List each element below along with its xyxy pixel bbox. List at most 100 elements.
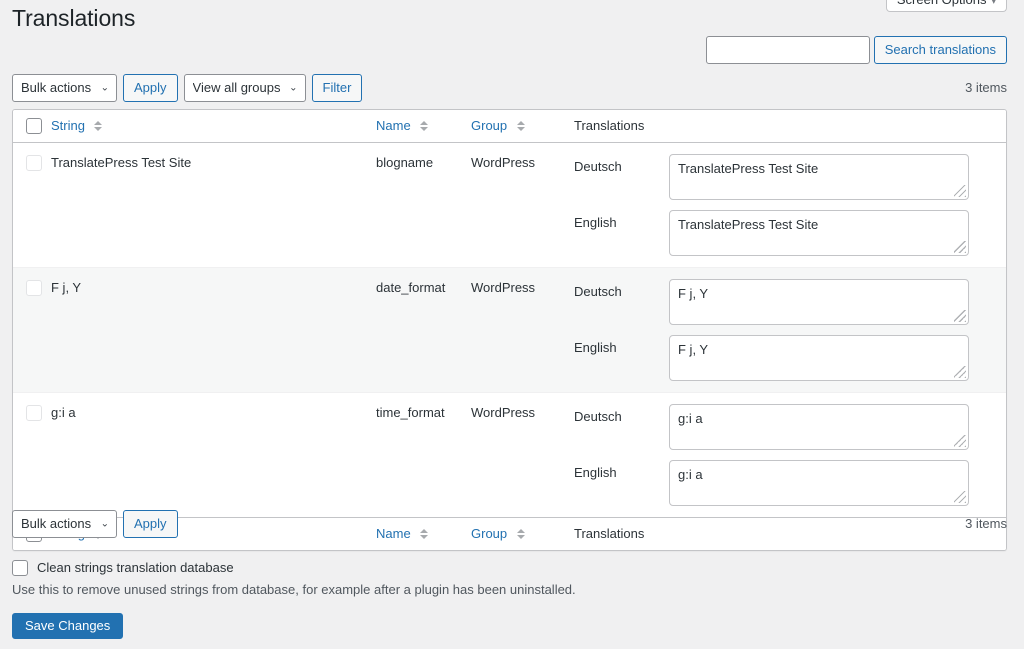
select-all-header-cell — [13, 117, 51, 135]
row-group-cell: WordPress — [471, 393, 574, 517]
search-form: Search translations — [705, 36, 1007, 64]
translation-textarea-wrap: TranslatePress Test Site — [669, 154, 969, 200]
translation-textarea-wrap: g:i a — [669, 460, 969, 506]
admin-page: Screen Options ▾ Translations Search tran… — [0, 0, 1024, 649]
column-footer-translations-label: Translations — [574, 526, 645, 541]
column-footer-group-label[interactable]: Group — [471, 526, 507, 541]
translation-language-label: English — [574, 340, 617, 355]
row-name-cell-label: blogname — [376, 155, 434, 170]
clean-database-row: Clean strings translation database — [12, 559, 234, 577]
row-select-checkbox[interactable] — [26, 279, 42, 296]
row-string-cell: g:i a — [51, 393, 376, 517]
screen-options-label: Screen Options — [897, 0, 987, 7]
column-header-group[interactable]: Group — [471, 117, 574, 135]
translation-textarea[interactable]: TranslatePress Test Site — [669, 154, 969, 200]
sort-indicator-icon[interactable] — [516, 120, 525, 131]
bulk-actions-select-top[interactable]: Bulk actions — [12, 74, 117, 102]
table-body: TranslatePress Test Site blogname WordPres… — [13, 143, 1006, 517]
clean-database-label: Clean strings translation database — [37, 560, 234, 575]
translation-block: Deutsch g:i a — [574, 404, 1006, 460]
row-select-cell — [13, 393, 51, 517]
sort-indicator-icon[interactable] — [420, 120, 429, 131]
bulk-actions-select-bottom[interactable]: Bulk actions — [12, 510, 117, 538]
apply-button-bottom[interactable]: Apply — [123, 510, 178, 538]
translation-language-label: English — [574, 465, 617, 480]
row-translations-cell: Deutsch F j, Y English F j, Y — [574, 268, 1006, 392]
tablenav-top: Bulk actions ⌄ Apply View all groups ⌄ F… — [12, 74, 363, 102]
search-translations-button[interactable]: Search translations — [873, 36, 1007, 64]
translation-block: Deutsch TranslatePress Test Site — [574, 154, 1006, 210]
translation-block: Deutsch F j, Y — [574, 279, 1006, 335]
search-input[interactable] — [705, 36, 870, 64]
row-select-checkbox[interactable] — [26, 154, 42, 171]
column-header-translations-label: Translations — [574, 118, 645, 133]
view-groups-select[interactable]: View all groups — [183, 74, 306, 102]
sort-indicator-icon[interactable] — [420, 528, 429, 539]
row-string-cell: F j, Y — [51, 268, 376, 392]
translation-textarea-wrap: F j, Y — [669, 279, 969, 325]
row-translations-cell: Deutsch TranslatePress Test Site English Tr… — [574, 143, 1006, 267]
row-string-cell-label: TranslatePress Test Site — [51, 155, 192, 170]
sort-indicator-icon[interactable] — [94, 120, 103, 131]
row-group-cell: WordPress — [471, 268, 574, 392]
translation-language-label: Deutsch — [574, 159, 622, 174]
table-row: F j, Y date_format WordPress Deutsch F j, Y E… — [13, 267, 1006, 392]
page-title: Translations — [12, 5, 136, 31]
column-header-name-label[interactable]: Name — [376, 118, 411, 133]
column-header-group-label[interactable]: Group — [471, 118, 507, 133]
row-group-cell-label: WordPress — [471, 155, 536, 170]
row-group-cell-label: WordPress — [471, 280, 536, 295]
translation-textarea[interactable]: g:i a — [669, 404, 969, 450]
row-name-cell: date_format — [376, 268, 471, 392]
tablenav-bottom: Bulk actions ⌄ Apply — [12, 510, 178, 538]
column-header-name[interactable]: Name — [376, 117, 471, 135]
translation-block: English g:i a — [574, 460, 1006, 506]
column-footer-group[interactable]: Group — [471, 525, 574, 543]
column-footer-name[interactable]: Name — [376, 525, 471, 543]
table-header-row: String Name Group Translations — [13, 110, 1006, 143]
bulk-actions-select-top-wrap: Bulk actions ⌄ — [12, 74, 117, 102]
row-select-cell — [13, 268, 51, 392]
translation-textarea[interactable]: TranslatePress Test Site — [669, 210, 969, 256]
apply-button-top[interactable]: Apply — [123, 74, 178, 102]
translation-textarea-wrap: F j, Y — [669, 335, 969, 381]
row-group-cell: WordPress — [471, 143, 574, 267]
translation-language-label: Deutsch — [574, 284, 622, 299]
row-name-cell: blogname — [376, 143, 471, 267]
row-translations-cell: Deutsch g:i a English g:i a — [574, 393, 1006, 517]
table-row: g:i a time_format WordPress Deutsch g:i a Eng… — [13, 392, 1006, 517]
row-select-checkbox[interactable] — [26, 404, 42, 421]
items-count-top: 3 items — [965, 80, 1007, 95]
translation-language-label: Deutsch — [574, 409, 622, 424]
column-header-string[interactable]: String — [51, 117, 376, 135]
translation-block: English TranslatePress Test Site — [574, 210, 1006, 256]
row-name-cell: time_format — [376, 393, 471, 517]
select-all-checkbox-top[interactable] — [26, 117, 42, 134]
screen-options-tab[interactable]: Screen Options ▾ — [885, 0, 1007, 12]
translation-textarea[interactable]: F j, Y — [669, 335, 969, 381]
row-name-cell-label: time_format — [376, 405, 445, 420]
row-string-cell-label: g:i a — [51, 405, 76, 420]
chevron-down-icon: ▾ — [991, 0, 996, 6]
sort-indicator-icon[interactable] — [516, 528, 525, 539]
translation-textarea[interactable]: g:i a — [669, 460, 969, 506]
items-count-bottom: 3 items — [965, 516, 1007, 531]
translation-textarea-wrap: g:i a — [669, 404, 969, 450]
row-name-cell-label: date_format — [376, 280, 446, 295]
row-string-cell: TranslatePress Test Site — [51, 143, 376, 267]
row-select-cell — [13, 143, 51, 267]
translation-language-label: English — [574, 215, 617, 230]
translations-table: String Name Group Translations Translate… — [12, 109, 1007, 551]
translation-textarea[interactable]: F j, Y — [669, 279, 969, 325]
bulk-actions-select-bottom-wrap: Bulk actions ⌄ — [12, 510, 117, 538]
table-row: TranslatePress Test Site blogname WordPres… — [13, 143, 1006, 267]
column-footer-translations: Translations — [574, 525, 1006, 543]
column-header-translations: Translations — [574, 117, 1006, 135]
save-changes-button[interactable]: Save Changes — [12, 613, 124, 639]
view-groups-select-wrap: View all groups ⌄ — [183, 74, 306, 102]
column-header-string-label[interactable]: String — [51, 118, 85, 133]
clean-database-checkbox[interactable] — [12, 560, 28, 576]
filter-button[interactable]: Filter — [311, 74, 363, 102]
row-string-cell-label: F j, Y — [51, 280, 82, 295]
column-footer-name-label[interactable]: Name — [376, 526, 411, 541]
